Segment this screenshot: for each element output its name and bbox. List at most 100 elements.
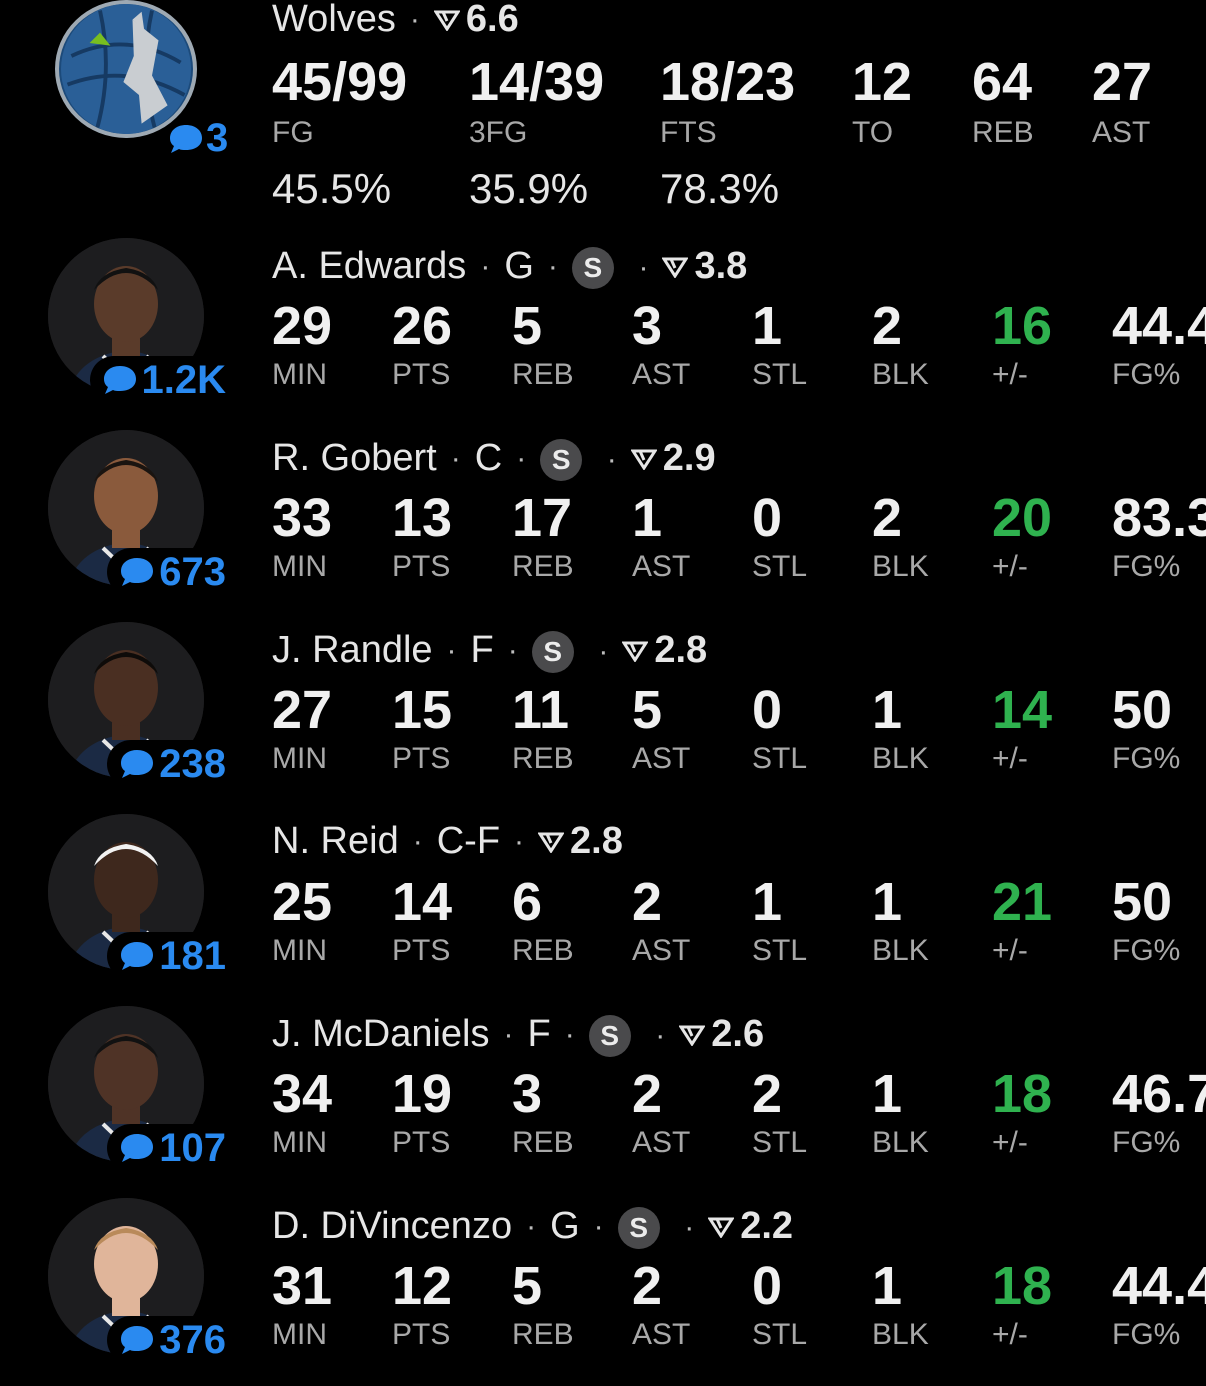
- team-fg-pct: 45.5%: [272, 165, 392, 212]
- stat-label: AST: [632, 934, 691, 967]
- team-stat-reb: 64 REB: [972, 52, 1034, 150]
- stat-pts: 15 PTS: [392, 680, 452, 776]
- stat-reb: 6 REB: [512, 872, 574, 968]
- stat-value: 83.3: [1112, 488, 1206, 548]
- player-row[interactable]: 673 R. Gobert · C · S · 2.9 33 MIN 13 PTS 17…: [0, 430, 1206, 622]
- stat-value: 2: [872, 488, 903, 548]
- stat-pts: 19 PTS: [392, 1064, 452, 1160]
- team-comments-count[interactable]: 3: [168, 116, 228, 161]
- stat-plus-minus: 18 +/-: [992, 1064, 1052, 1160]
- starter-badge: S: [531, 631, 574, 673]
- team-stat-label: AST: [1092, 116, 1151, 149]
- stat-label: BLK: [872, 1126, 929, 1159]
- wolf-logo-icon: [61, 4, 191, 134]
- stat-label: FG%: [1112, 934, 1181, 967]
- stat-plus-minus: 14 +/-: [992, 680, 1052, 776]
- comment-bubble-icon: [170, 124, 202, 153]
- separator-dot: ·: [655, 1019, 666, 1052]
- team-totals-row[interactable]: 3 Wolves · 6.6 45/99 FG 14/39 3FG 18/23 …: [0, 0, 1206, 230]
- stat-reb: 5 REB: [512, 1256, 574, 1352]
- separator-dot: ·: [593, 1209, 604, 1243]
- stat-label: PTS: [392, 550, 451, 583]
- player-comments-count[interactable]: 376: [107, 1316, 232, 1364]
- stat-label: REB: [512, 1318, 574, 1351]
- separator-dot: ·: [638, 251, 649, 284]
- stat-label: +/-: [992, 934, 1028, 967]
- player-comments-count[interactable]: 1.2K: [89, 356, 232, 404]
- separator-dot: ·: [450, 441, 461, 475]
- stat-value: 1: [752, 296, 783, 356]
- stat-label: REB: [512, 550, 574, 583]
- stat-plus-minus: 16 +/-: [992, 296, 1052, 392]
- stat-label: FG%: [1112, 358, 1181, 391]
- player-row[interactable]: 238 J. Randle · F · S · 2.8 27 MIN 15 PTS 11…: [0, 622, 1206, 814]
- stat-label: +/-: [992, 550, 1028, 583]
- stat-label: BLK: [872, 742, 929, 775]
- stat-label: PTS: [392, 1318, 451, 1351]
- stat-value: 33: [272, 488, 333, 548]
- comment-bubble-icon: [103, 366, 136, 394]
- starter-badge: S: [540, 439, 583, 481]
- stat-value: 12: [392, 1256, 453, 1316]
- stat-fg-pct: 44.4 FG%: [1112, 1256, 1206, 1352]
- player-position: C: [474, 437, 503, 479]
- stat-label: +/-: [992, 358, 1028, 391]
- player-row[interactable]: 376 D. DiVincenzo · G · S · 2.2 31 MIN 12 P…: [0, 1198, 1206, 1386]
- stat-value: 1: [872, 1064, 903, 1124]
- player-name: A. Edwards: [272, 245, 467, 287]
- stat-stl: 0 STL: [752, 680, 807, 776]
- player-name: D. DiVincenzo: [272, 1205, 513, 1247]
- stat-value: 25: [272, 872, 333, 932]
- stat-pts: 12 PTS: [392, 1256, 452, 1352]
- player-row[interactable]: 107 J. McDaniels · F · S · 2.6 34 MIN 19 PT…: [0, 1006, 1206, 1198]
- starter-badge-wrap: S ·: [617, 1204, 709, 1249]
- stat-value: 50: [1112, 872, 1173, 932]
- team-comments-value: 3: [206, 116, 229, 160]
- stat-blk: 1 BLK: [872, 872, 929, 968]
- player-header: A. Edwards · G · S · 3.8: [272, 244, 747, 289]
- stat-value: 0: [752, 680, 783, 740]
- team-stat-value: 27: [1092, 52, 1153, 112]
- stat-label: REB: [512, 1126, 574, 1159]
- stat-stl: 0 STL: [752, 488, 807, 584]
- starter-badge-wrap: S ·: [588, 1012, 680, 1057]
- player-name: R. Gobert: [272, 437, 437, 479]
- comment-bubble-icon: [121, 1134, 154, 1162]
- player-header: N. Reid · C-F · 2.8: [272, 820, 623, 863]
- stat-value: 1: [752, 872, 783, 932]
- stat-ast: 1 AST: [632, 488, 690, 584]
- stat-fg-pct: 50 FG%: [1112, 872, 1180, 968]
- team-3fg-pct: 35.9%: [469, 165, 589, 212]
- stat-stl: 0 STL: [752, 1256, 807, 1352]
- stat-reb: 11 REB: [512, 680, 574, 776]
- rating-triangle-icon: [630, 449, 657, 470]
- player-comments-value: 181: [159, 933, 226, 978]
- box-score-screen: 3 Wolves · 6.6 45/99 FG 14/39 3FG 18/23 …: [0, 0, 1206, 1386]
- player-comments-count[interactable]: 673: [107, 548, 232, 596]
- player-rating: 2.9: [662, 437, 716, 479]
- team-stat-label: 3FG: [469, 116, 528, 149]
- stat-pts: 14 PTS: [392, 872, 452, 968]
- separator-dot: ·: [503, 1017, 514, 1051]
- player-comments-count[interactable]: 238: [107, 740, 232, 788]
- player-comments-count[interactable]: 181: [107, 932, 232, 980]
- stat-value: 20: [992, 488, 1053, 548]
- stat-value: 6: [512, 872, 543, 932]
- stat-label: +/-: [992, 1318, 1028, 1351]
- stat-value: 5: [512, 296, 543, 356]
- player-header: J. McDaniels · F · S · 2.6: [272, 1012, 764, 1057]
- player-position: G: [504, 245, 534, 287]
- stat-label: STL: [752, 1318, 808, 1351]
- stat-value: 27: [272, 680, 333, 740]
- stat-label: MIN: [272, 742, 327, 775]
- stat-value: 21: [992, 872, 1053, 932]
- stat-fg-pct: 44.4 FG%: [1112, 296, 1206, 392]
- player-row[interactable]: 1.2K A. Edwards · G · S · 3.8 29 MIN 26 PTS…: [0, 238, 1206, 430]
- player-row[interactable]: 181 N. Reid · C-F · 2.8 25 MIN 14 PTS 6 REB 2 A…: [0, 814, 1206, 1006]
- stat-label: STL: [752, 742, 808, 775]
- stat-ast: 2 AST: [632, 1064, 690, 1160]
- player-comments-count[interactable]: 107: [107, 1124, 232, 1172]
- comment-bubble-icon: [121, 558, 154, 586]
- separator-dot: ·: [409, 2, 420, 36]
- stat-min: 29 MIN: [272, 296, 332, 392]
